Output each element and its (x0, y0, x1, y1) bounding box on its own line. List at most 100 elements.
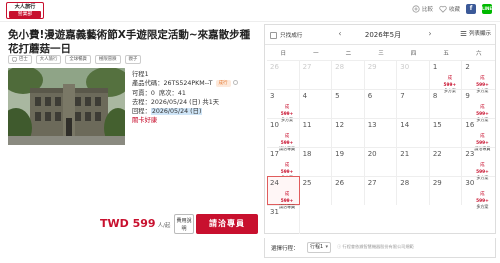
calendar-day-cell: 30 (397, 60, 430, 89)
calendar-day-cell: 22 (429, 147, 463, 176)
calendar-day-cell[interactable]: 2 成 599+ 多方案 (462, 60, 495, 93)
remaining-label: 席次： (158, 89, 178, 97)
depart-value: 2026/05/24 (日) 共1天 (150, 98, 219, 106)
calendar-day-cell: 31 (267, 205, 300, 234)
calendar-day-number: 11 (302, 121, 312, 129)
product-code-value: 26TS524PKM--T (163, 80, 213, 88)
weekday-label: 三 (378, 51, 384, 57)
calendar-day-cell: 13 (364, 118, 398, 147)
calendar-day-number: 26 (270, 63, 279, 71)
calendar-day-number: 18 (302, 150, 312, 158)
return-label: 回程： (132, 108, 151, 116)
product-tags: 巴士 大人旅行 全球暢貨 極限冒險 親子 (8, 55, 142, 64)
facebook-share-icon[interactable]: f (466, 4, 476, 14)
header-actions: 比較 收藏 f LINE (412, 4, 492, 14)
tag-label: 親子 (128, 57, 138, 62)
calendar-day-cell: 5 (332, 89, 365, 118)
calendar-day-number: 28 (335, 63, 345, 71)
calendar-day-cell: 28 (397, 176, 430, 205)
departure-status: 成 (480, 163, 485, 168)
calendar-day-cell: 8 (429, 89, 463, 118)
product-code-label: 產品代碼： (132, 80, 164, 88)
status-badge: 成行 (215, 80, 231, 88)
calendar-day-number: 14 (400, 121, 410, 129)
calendar-day-number: 30 (400, 63, 410, 71)
calendar-day-cell[interactable]: 9 成 599+ 多方案 (462, 89, 495, 122)
calendar-day-cell[interactable]: 16 成 599+ 請洽專員 (462, 118, 495, 151)
calendar-day-cell: 29 (429, 176, 463, 205)
tag-family: 親子 (124, 55, 142, 64)
trip-select-dropdown[interactable]: 行程1 (307, 242, 331, 253)
list-icon (460, 30, 467, 36)
depart-row: 去程：2026/05/24 (日) 共1天 (132, 98, 260, 107)
calendar-grid: 26 27 28 29 30 1 成 599+ 多方案 2 成 599+ 多方案 3 成 599+ 多方案 4 5 6… (267, 60, 495, 234)
favorite-label: 收藏 (448, 7, 460, 13)
calendar-day-number: 27 (367, 179, 377, 187)
calendar-header: 只找成行 ‹ 2026年5月 › 列表顯示 (265, 25, 495, 45)
weekday-header: 日 一 二 三 四 五 六 (267, 49, 495, 59)
brand-logo-line2: 營業部 (9, 11, 41, 18)
calendar-day-cell[interactable]: 17成599+多方案 (267, 147, 300, 180)
calendar-day-cell[interactable]: 23 成 599+ 多方案 (462, 147, 495, 180)
day-availability: 成599+多方案 (472, 180, 492, 209)
availability-row: 可賣：0 席次：41 (132, 89, 260, 98)
calendar-day-number: 29 (367, 63, 377, 71)
calendar-day-cell: 26 (267, 60, 300, 89)
price-unit: 人/起 (157, 223, 171, 229)
brand-logo-line1: 大人旅行 (14, 4, 36, 10)
departure-status: 成 (284, 134, 290, 139)
trip-select-note: ⓘ 行程會依據智慧機器股份有限公司規範 (337, 244, 414, 249)
departure-status: 成 (284, 105, 290, 110)
calendar-day-number: 21 (400, 150, 410, 158)
tag-global: 全球暢貨 (65, 55, 91, 64)
calendar-day-number: 26 (335, 179, 345, 187)
weekday-label: 一 (313, 51, 319, 57)
departure-status: 成 (480, 76, 485, 81)
available-label: 可賣： (132, 89, 151, 97)
only-departing-filter[interactable]: 只找成行 (270, 31, 302, 39)
calendar-day-cell[interactable]: 3 成 599+ 多方案 (267, 89, 300, 122)
calendar-day-cell[interactable]: 24 成 599+ 請洽專員 (267, 176, 300, 209)
contact-agent-button[interactable]: 請洽專員 (196, 214, 258, 234)
calendar-day-number: 28 (400, 179, 410, 187)
favorite-link[interactable]: 收藏 (439, 5, 460, 13)
fee-info-button[interactable]: 費用說明 (174, 214, 194, 234)
calendar-day-number: 29 (432, 179, 442, 187)
calendar-day-cell[interactable]: 30 成 599+ 多方案 (462, 176, 495, 209)
departure-status: 成 (480, 192, 485, 197)
calendar-day-cell: 20 (364, 147, 398, 176)
calendar-day-cell: 27 (299, 60, 333, 89)
line-share-icon[interactable]: LINE (482, 4, 492, 14)
weekday-label: 四 (410, 51, 417, 57)
price-bar: TWD 599 人/起 費用說明 請洽專員 (0, 212, 264, 238)
product-title: 免小費!漫遊嘉義藝術節X手遊限定活動~來嘉散步種花打蘑菇一日 (8, 29, 251, 55)
next-month-button[interactable]: › (425, 29, 435, 39)
deal-link[interactable]: 關卡好康 (132, 116, 260, 125)
calendar-day-number: 5 (335, 92, 340, 100)
compare-label: 比較 (421, 7, 433, 13)
calendar-day-number: 1 (432, 63, 438, 71)
calendar-day-cell: 12 (332, 118, 365, 147)
calendar-day-number: 22 (432, 150, 442, 158)
calendar-day-cell: 28 (332, 60, 365, 89)
return-row: 回程：2026/05/24 (日) (132, 107, 260, 116)
tag-label: 極限冒險 (98, 57, 117, 62)
departure-status: 成 (480, 105, 485, 110)
calendar-day-cell[interactable]: 10 成 599+ 請洽專員 (267, 118, 300, 151)
prev-month-button[interactable]: ‹ (335, 29, 345, 39)
calendar-day-cell: 15 (429, 118, 463, 147)
checkbox[interactable] (270, 31, 277, 39)
product-photo[interactable] (8, 68, 125, 145)
info-icon[interactable] (232, 80, 238, 86)
calendar-day-cell[interactable]: 1 成 599+ 多方案 (429, 60, 463, 93)
brand-logo[interactable]: 大人旅行 營業部 (6, 2, 44, 19)
departure-status: 成 (284, 192, 290, 197)
tag-label: 巴士 (19, 57, 28, 62)
calendar-day-number: 15 (432, 121, 442, 129)
list-view-button[interactable]: 列表顯示 (460, 29, 491, 37)
tag-label: 全球暢貨 (69, 57, 87, 62)
calendar-day-cell: 7 (397, 89, 430, 118)
calendar-day-number: 9 (465, 92, 470, 100)
calendar-day-cell: 27 (364, 176, 398, 205)
compare-link[interactable]: 比較 (412, 5, 433, 13)
